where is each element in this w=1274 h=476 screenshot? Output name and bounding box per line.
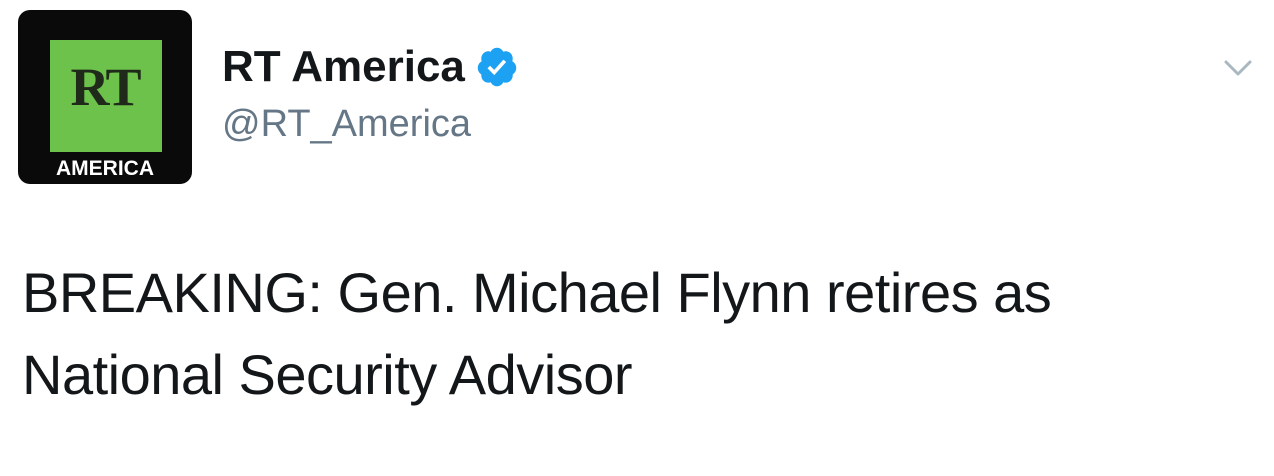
tweet-text: BREAKING: Gen. Michael Flynn retires as … xyxy=(22,261,1052,406)
tweet-card: RT AMERICA RT America @RT_America BREAKI… xyxy=(0,0,1274,476)
author-handle[interactable]: @RT_America xyxy=(222,100,471,148)
author-display-name[interactable]: RT America xyxy=(222,40,465,94)
verified-badge-icon xyxy=(475,45,519,89)
chevron-down-icon[interactable] xyxy=(1220,52,1256,82)
avatar-logo-text: RT xyxy=(70,57,141,117)
avatar[interactable]: RT AMERICA xyxy=(18,10,192,184)
avatar-logo-subtitle: AMERICA xyxy=(56,157,154,180)
author-name-row: RT America xyxy=(222,40,519,94)
